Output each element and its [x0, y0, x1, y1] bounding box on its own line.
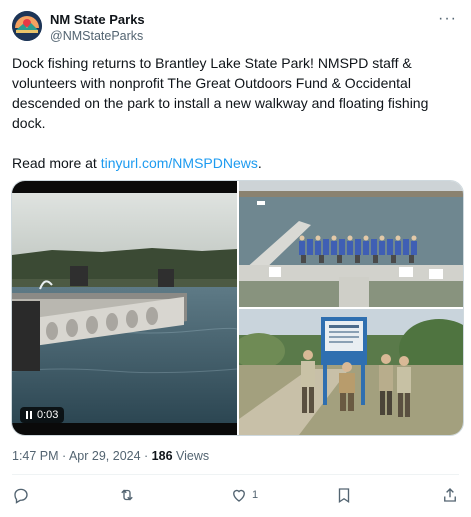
more-icon[interactable]: ···: [438, 10, 457, 28]
like-count: 1: [252, 489, 259, 501]
post-card: NM State Parks @NMStateParks ··· Dock fi…: [0, 0, 471, 517]
media-grid: 0:03: [11, 180, 464, 436]
account-name[interactable]: NM State Parks: [50, 12, 145, 27]
bookmark-icon: [338, 488, 350, 504]
post-meta: 1:47 PM · Apr 29, 2024 · 186 Views: [12, 449, 209, 463]
repost-button[interactable]: [118, 486, 136, 504]
video-timer: 0:03: [20, 407, 65, 423]
bookmark-button[interactable]: [335, 486, 353, 504]
avatar[interactable]: [12, 11, 42, 41]
account-handle[interactable]: @NMStateParks: [50, 29, 143, 43]
repost-icon: [121, 489, 133, 501]
photo-sign-group[interactable]: [239, 309, 463, 435]
photo-group-dock[interactable]: [239, 181, 463, 307]
reply-button[interactable]: [12, 486, 30, 504]
post-body: Dock fishing returns to Brantley Lake St…: [12, 55, 429, 131]
video-time: 0:03: [37, 409, 59, 421]
news-link[interactable]: tinyurl.com/NMSPDNews: [101, 155, 258, 171]
reply-icon: [14, 488, 28, 504]
read-more-line: Read more at tinyurl.com/NMSPDNews.: [12, 153, 452, 173]
post-text: Dock fishing returns to Brantley Lake St…: [12, 53, 452, 173]
pause-icon[interactable]: [26, 411, 32, 419]
divider: [12, 474, 459, 475]
post-timestamp[interactable]: 1:47 PM · Apr 29, 2024 ·: [12, 449, 152, 463]
share-button[interactable]: [441, 486, 459, 504]
views-label: Views: [172, 449, 210, 463]
views-count: 186: [151, 449, 173, 463]
read-more-suffix: .: [257, 155, 262, 171]
action-bar: 1: [12, 486, 459, 506]
like-button[interactable]: 1: [230, 486, 258, 504]
read-more-prefix: Read more at: [12, 155, 101, 171]
video-dock[interactable]: 0:03: [12, 181, 237, 435]
share-icon: [444, 488, 456, 502]
like-icon: [233, 489, 245, 502]
